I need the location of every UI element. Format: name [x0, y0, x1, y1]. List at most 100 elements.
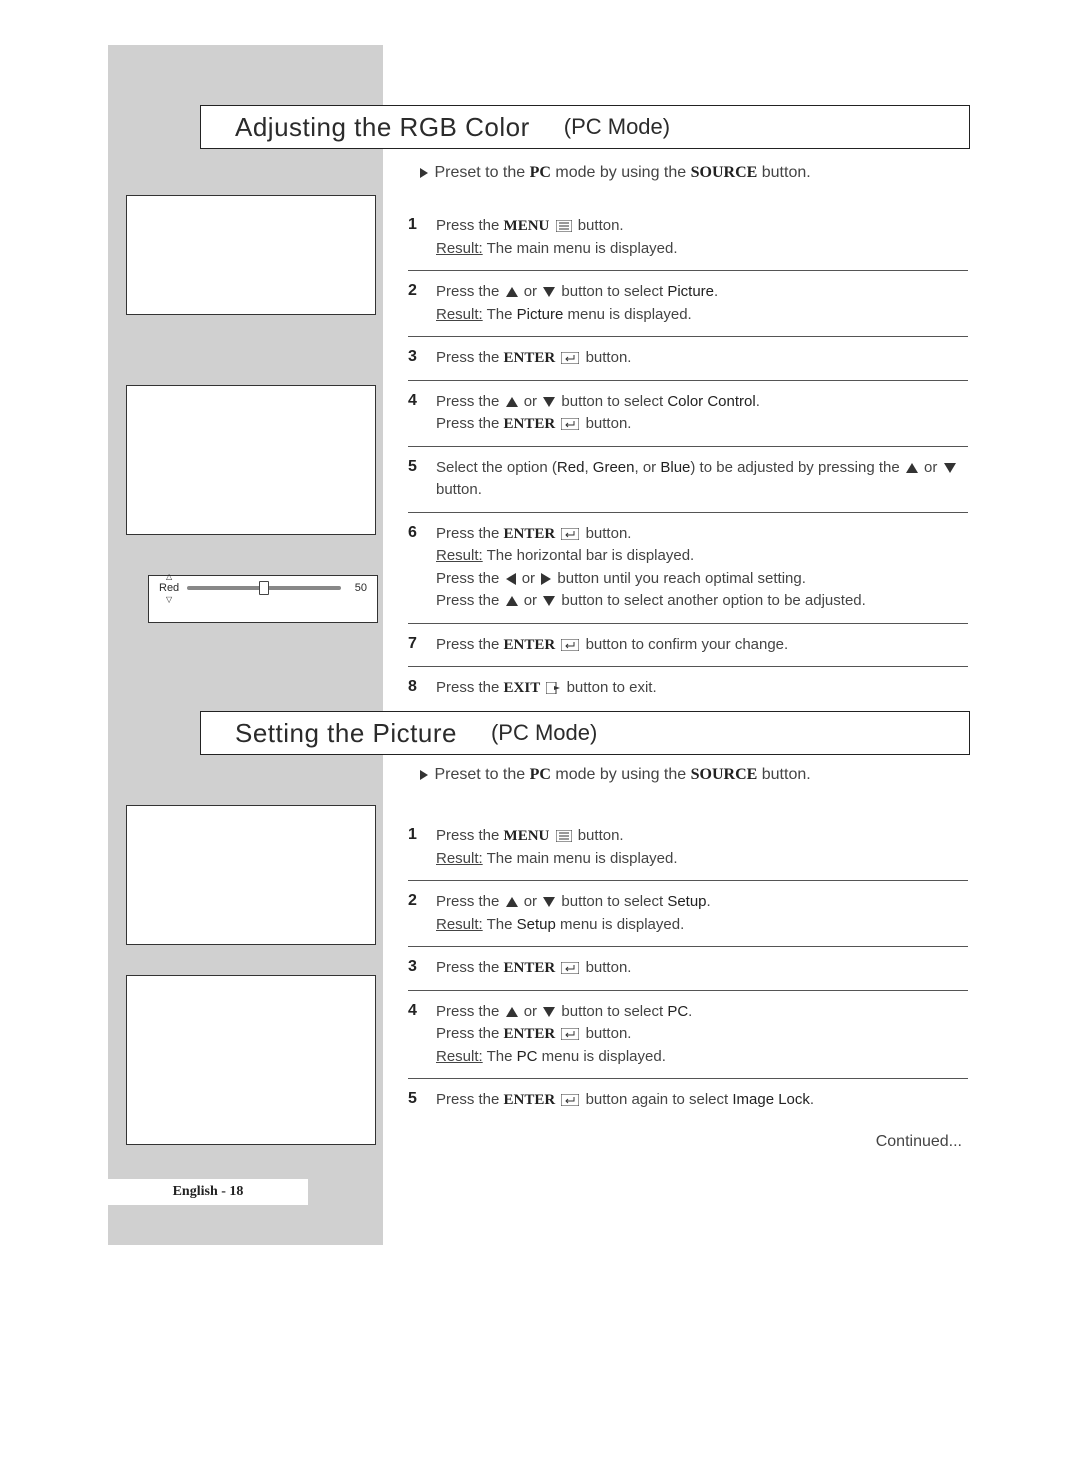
step-row: 6 Press the ENTER button. Result: The ho…	[408, 512, 968, 623]
text: .	[707, 893, 711, 910]
step-row: 2 Press the or button to select Setup. R…	[408, 880, 968, 946]
step-text: Press the ENTER button again to select I…	[436, 1089, 814, 1112]
menu-item: Image Lock	[732, 1091, 810, 1108]
result-label: Result:	[436, 850, 483, 867]
step-row: 4 Press the or button to select Color Co…	[408, 380, 968, 446]
step-row: 2 Press the or button to select Picture.…	[408, 270, 968, 336]
text: Press the	[436, 679, 499, 696]
text: .	[714, 283, 718, 300]
enter-icon	[561, 528, 579, 540]
text: Press the	[436, 217, 499, 234]
text: Press the	[436, 415, 499, 432]
option: Blue	[660, 459, 690, 476]
result-label: Result:	[436, 547, 483, 564]
step-number: 4	[408, 1001, 422, 1069]
page-footer-text: English - 18	[173, 1184, 244, 1200]
text: or	[522, 570, 535, 587]
step-text: Press the or button to select Color Cont…	[436, 391, 760, 436]
result-label: Result:	[436, 1048, 483, 1065]
left-icon	[506, 573, 516, 585]
option: Red	[557, 459, 585, 476]
up-icon	[506, 897, 518, 907]
menu-item: PC	[517, 1048, 538, 1065]
up-icon	[906, 463, 918, 473]
step-text: Press the ENTER button. Result: The hori…	[436, 523, 866, 613]
text: Press the	[436, 959, 499, 976]
section-title: Setting the Picture	[235, 718, 457, 749]
continued-text: Continued...	[876, 1133, 962, 1150]
pointer-icon	[410, 166, 428, 180]
right-icon	[541, 573, 551, 585]
text: menu is displayed.	[567, 306, 691, 323]
step-number: 1	[408, 825, 422, 870]
source-label: SOURCE	[691, 766, 758, 783]
text: button.	[762, 164, 811, 181]
text: button.	[586, 415, 632, 432]
lead-instruction: Preset to the PC mode by using the SOURC…	[408, 765, 968, 785]
step-number: 4	[408, 391, 422, 436]
step-number: 3	[408, 957, 422, 980]
text: button to select another option to be ad…	[561, 592, 865, 609]
steps-list: 1 Press the MENU button. Result: The mai…	[408, 815, 968, 1122]
text: button to select	[561, 393, 663, 410]
text: ,	[584, 459, 588, 476]
section-header: Adjusting the RGB Color (PC Mode)	[200, 105, 970, 149]
text: mode by using the	[555, 164, 686, 181]
result-label: Result:	[436, 240, 483, 257]
down-icon	[543, 397, 555, 407]
section-header: Setting the Picture (PC Mode)	[200, 711, 970, 755]
section-title: Adjusting the RGB Color	[235, 112, 530, 143]
step-text: Press the MENU button. Result: The main …	[436, 215, 678, 260]
text: The	[487, 306, 513, 323]
step-row: 8 Press the EXIT button to exit.	[408, 666, 968, 710]
down-icon	[543, 596, 555, 606]
text: mode by using the	[555, 766, 686, 783]
text: or	[524, 893, 537, 910]
osd-preview-box	[126, 195, 376, 315]
menu-item: PC	[667, 1003, 688, 1020]
up-icon	[506, 1007, 518, 1017]
text: Press the	[436, 349, 499, 366]
enter-icon	[561, 418, 579, 430]
text: .	[810, 1091, 814, 1108]
continued-indicator: Continued...	[876, 1133, 962, 1151]
text: Preset to the	[434, 164, 525, 181]
text: menu is displayed.	[542, 1048, 666, 1065]
osd-preview-box	[126, 805, 376, 945]
text: Select the option (	[436, 459, 557, 476]
down-icon	[543, 1007, 555, 1017]
enter-icon	[561, 1094, 579, 1106]
step-text: Press the ENTER button.	[436, 957, 631, 980]
enter-button-label: ENTER	[504, 1026, 556, 1042]
pc-label: PC	[530, 766, 551, 783]
enter-icon	[561, 639, 579, 651]
enter-button-label: ENTER	[504, 960, 556, 976]
menu-icon	[556, 220, 572, 232]
text: or	[524, 1003, 537, 1020]
text: The main menu is displayed.	[487, 240, 678, 257]
slider-handle	[259, 581, 269, 595]
lead-instruction: Preset to the PC mode by using the SOURC…	[408, 163, 968, 183]
text: .	[688, 1003, 692, 1020]
sidebar-column: Red 50 English - 18	[108, 45, 383, 1245]
down-icon	[543, 897, 555, 907]
menu-item: Setup	[667, 893, 706, 910]
slider-track	[187, 586, 341, 590]
enter-icon	[561, 352, 579, 364]
step-text: Press the or button to select PC. Press …	[436, 1001, 692, 1069]
text: button until you reach optimal setting.	[557, 570, 805, 587]
text: Press the	[436, 393, 499, 410]
text: , or	[635, 459, 657, 476]
menu-item: Picture	[667, 283, 714, 300]
pointer-icon	[410, 768, 428, 782]
enter-button-label: ENTER	[504, 350, 556, 366]
step-row: 7 Press the ENTER button to confirm your…	[408, 623, 968, 667]
enter-button-label: ENTER	[504, 416, 556, 432]
text: or	[524, 592, 537, 609]
menu-item: Picture	[517, 306, 564, 323]
step-text: Press the ENTER button.	[436, 347, 631, 370]
step-row: 3 Press the ENTER button.	[408, 946, 968, 990]
slider-preview-box: Red 50	[148, 575, 378, 623]
step-text: Press the or button to select Picture. R…	[436, 281, 718, 326]
step-text: Select the option (Red, Green, or Blue) …	[436, 457, 968, 502]
